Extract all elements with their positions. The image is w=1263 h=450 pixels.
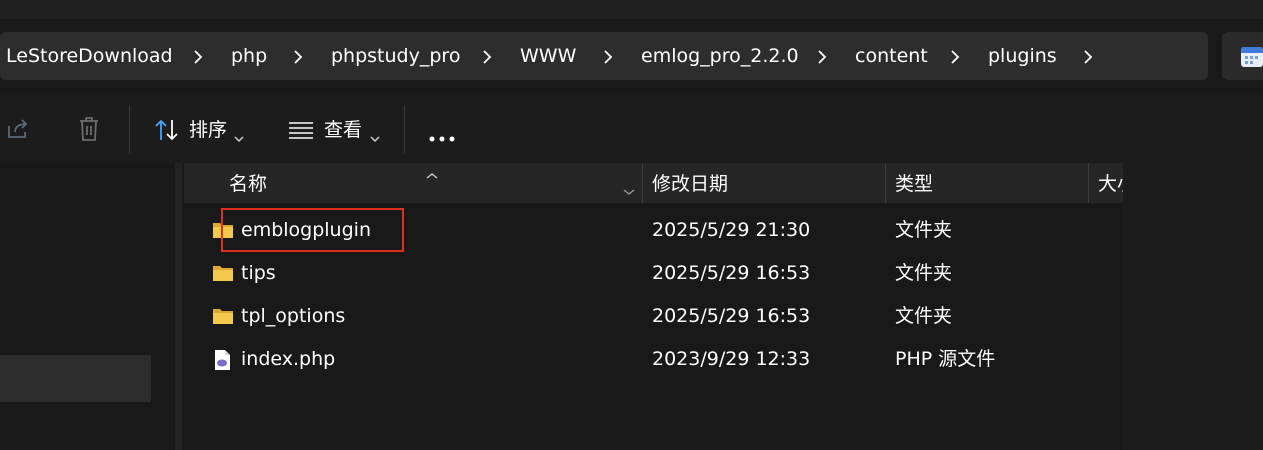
file-type: 文件夹: [895, 305, 953, 327]
nav-item-selected[interactable]: [0, 355, 151, 402]
chevron-down-icon[interactable]: [623, 179, 635, 201]
file-name: tips: [241, 262, 276, 284]
nav-scrollbar[interactable]: [175, 163, 182, 450]
details-pane: [1123, 163, 1263, 450]
file-type: 文件夹: [895, 219, 953, 241]
file-modified: 2025/5/29 16:53: [652, 305, 811, 327]
column-header-modified[interactable]: 修改日期: [652, 173, 728, 195]
file-name: index.php: [241, 348, 336, 370]
delete-icon[interactable]: [77, 116, 101, 147]
column-divider[interactable]: [642, 163, 643, 203]
column-header-name[interactable]: 名称: [229, 173, 267, 195]
file-name: tpl_options: [241, 305, 346, 327]
title-strip: [0, 0, 1263, 19]
breadcrumb-item-phpstudy-pro[interactable]: phpstudy_pro: [331, 32, 460, 80]
folder-icon: [212, 306, 234, 331]
breadcrumb-item-php[interactable]: php: [231, 32, 267, 80]
chevron-down-icon: [234, 126, 244, 148]
file-row-tips[interactable]: tips 2025/5/29 16:53 文件夹: [184, 252, 1123, 295]
breadcrumb-item-www[interactable]: WWW: [520, 32, 576, 80]
sort-icon: [154, 118, 180, 147]
file-modified: 2023/9/29 12:33: [652, 348, 811, 370]
breadcrumb-item-plugins[interactable]: plugins: [988, 32, 1057, 80]
file-type: 文件夹: [895, 262, 953, 284]
sort-button[interactable]: 排序: [150, 113, 250, 147]
more-options-icon[interactable]: [428, 126, 456, 148]
file-row-index-php[interactable]: index.php 2023/9/29 12:33 PHP 源文件: [184, 338, 1123, 381]
view-list-icon: [288, 120, 314, 145]
column-header-type[interactable]: 类型: [895, 173, 933, 195]
folder-icon: [212, 263, 234, 288]
view-button[interactable]: 查看: [284, 113, 384, 147]
file-type: PHP 源文件: [895, 348, 996, 370]
file-modified: 2025/5/29 16:53: [652, 262, 811, 284]
navigation-pane: [0, 163, 182, 450]
sort-label: 排序: [189, 119, 228, 141]
view-label: 查看: [324, 119, 363, 141]
file-modified: 2025/5/29 21:30: [652, 219, 811, 241]
toolbar-divider: [404, 105, 405, 153]
breadcrumb-item-emlog-pro[interactable]: emlog_pro_2.2.0: [641, 32, 799, 80]
search-box[interactable]: [1222, 32, 1263, 80]
file-row-tpl-options[interactable]: tpl_options 2025/5/29 16:53 文件夹: [184, 295, 1123, 338]
highlight-box: [221, 208, 404, 252]
column-header-size[interactable]: 大小: [1098, 173, 1123, 195]
sort-ascending-icon: [425, 163, 439, 185]
calendar-icon: [1240, 44, 1263, 73]
toolbar-divider: [129, 105, 130, 153]
breadcrumb-item-lestoredownload[interactable]: LeStoreDownload: [6, 32, 173, 80]
address-bar[interactable]: LeStoreDownload php phpstudy_pro WWW eml…: [0, 32, 1208, 80]
column-divider[interactable]: [1088, 163, 1089, 203]
php-file-icon: [212, 349, 232, 376]
breadcrumb-item-content[interactable]: content: [855, 32, 928, 80]
column-divider[interactable]: [885, 163, 886, 203]
chevron-down-icon: [370, 126, 380, 148]
share-icon[interactable]: [6, 117, 30, 146]
